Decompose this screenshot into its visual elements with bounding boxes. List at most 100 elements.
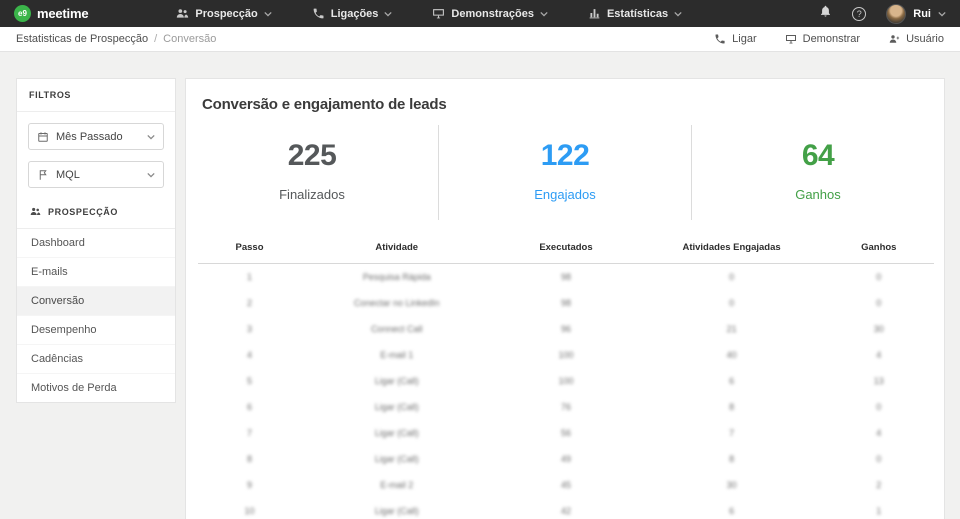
stat-finalizados-label: Finalizados xyxy=(186,187,438,202)
brand[interactable]: e9 meetime xyxy=(14,5,88,22)
sidebar-menu-item[interactable]: Dashboard xyxy=(17,229,175,258)
people-icon xyxy=(29,206,42,217)
cell-passo: 1 xyxy=(198,264,301,290)
table-row[interactable]: 1 Pesquisa Rápida 98 0 0 xyxy=(198,264,934,290)
col-ganhos: Ganhos xyxy=(824,236,934,264)
table-row[interactable]: 6 Ligar (Call) 76 8 0 xyxy=(198,394,934,420)
table-row[interactable]: 5 Ligar (Call) 100 6 13 xyxy=(198,368,934,394)
cell-atividade: E-mail 1 xyxy=(301,342,492,368)
cell-atividade: Ligar (Call) xyxy=(301,394,492,420)
chevron-down-icon xyxy=(938,11,946,17)
sidebar-menu-item[interactable]: Cadências xyxy=(17,345,175,374)
top-navbar: e9 meetime Prospecção Ligações Demonstra… xyxy=(0,0,960,27)
cell-ganhos: 4 xyxy=(824,420,934,446)
notifications-button[interactable] xyxy=(819,4,832,23)
breadcrumb-current: Conversão xyxy=(163,33,216,45)
breadcrumb-separator: / xyxy=(154,33,157,45)
stat-ganhos-label: Ganhos xyxy=(692,187,944,202)
usuario-label: Usuário xyxy=(906,33,944,45)
cell-executados: 42 xyxy=(492,498,639,519)
sidebar-menu-item-label: Cadências xyxy=(31,353,83,365)
lead-type-filter-dropdown[interactable]: MQL xyxy=(28,161,164,188)
sidebar-menu-item-label: E-mails xyxy=(31,266,68,278)
chevron-down-icon xyxy=(147,134,155,140)
cell-passo: 7 xyxy=(198,420,301,446)
ligar-button[interactable]: Ligar xyxy=(714,33,756,45)
cell-engajadas: 6 xyxy=(640,368,824,394)
monitor-icon xyxy=(432,7,445,20)
sidebar-menu-item[interactable]: Motivos de Perda xyxy=(17,374,175,402)
nav-item-estatisticas[interactable]: Estatísticas xyxy=(588,7,682,20)
sidebar: FILTROS Mês Passado MQL PROSPECÇÃO Dashb… xyxy=(16,78,176,403)
cell-passo: 2 xyxy=(198,290,301,316)
stat-finalizados-value: 225 xyxy=(186,139,438,173)
prospeccao-section-header: PROSPECÇÃO xyxy=(17,193,175,229)
cell-ganhos: 0 xyxy=(824,394,934,420)
nav-item-ligacoes[interactable]: Ligações xyxy=(312,7,393,20)
cell-executados: 98 xyxy=(492,290,639,316)
cell-passo: 9 xyxy=(198,472,301,498)
phone-icon xyxy=(312,7,325,20)
breadcrumb-actions: Ligar Demonstrar Usuário xyxy=(714,33,944,45)
cell-executados: 100 xyxy=(492,342,639,368)
sidebar-menu-item[interactable]: E-mails xyxy=(17,258,175,287)
cell-ganhos: 1 xyxy=(824,498,934,519)
user-menu[interactable]: Rui xyxy=(886,4,946,24)
table-row[interactable]: 4 E-mail 1 100 40 4 xyxy=(198,342,934,368)
calendar-icon xyxy=(37,131,49,143)
brand-name: meetime xyxy=(37,6,88,21)
demonstrar-button[interactable]: Demonstrar xyxy=(785,33,860,45)
chevron-down-icon xyxy=(540,11,548,17)
cell-atividade: Pesquisa Rápida xyxy=(301,264,492,290)
nav-item-demonstracoes[interactable]: Demonstrações xyxy=(432,7,548,20)
stats-row: 225 Finalizados 122 Engajados 64 Ganhos xyxy=(186,125,944,220)
table-row[interactable]: 10 Ligar (Call) 42 6 1 xyxy=(198,498,934,519)
cell-executados: 98 xyxy=(492,264,639,290)
navbar-right: ? Rui xyxy=(819,4,946,24)
table-row[interactable]: 2 Conectar no LinkedIn 98 0 0 xyxy=(198,290,934,316)
nav-item-label: Estatísticas xyxy=(607,8,668,20)
cell-executados: 49 xyxy=(492,446,639,472)
cell-ganhos: 2 xyxy=(824,472,934,498)
sidebar-menu-item[interactable]: Conversão xyxy=(17,287,175,316)
cell-executados: 100 xyxy=(492,368,639,394)
help-button[interactable]: ? xyxy=(852,7,866,21)
table-row[interactable]: 7 Ligar (Call) 56 7 4 xyxy=(198,420,934,446)
stat-engajados-label: Engajados xyxy=(439,187,691,202)
table-row[interactable]: 8 Ligar (Call) 49 8 0 xyxy=(198,446,934,472)
usuario-button[interactable]: Usuário xyxy=(888,33,944,45)
sidebar-menu-item[interactable]: Desempenho xyxy=(17,316,175,345)
period-filter-dropdown[interactable]: Mês Passado xyxy=(28,123,164,150)
prospeccao-section-label: PROSPECÇÃO xyxy=(48,207,118,217)
user-plus-icon xyxy=(888,33,900,45)
cell-ganhos: 0 xyxy=(824,446,934,472)
table-row[interactable]: 3 Connect Call 96 21 30 xyxy=(198,316,934,342)
avatar xyxy=(886,4,906,24)
breadcrumb-bar: Estatisticas de Prospecção / Conversão L… xyxy=(0,27,960,52)
cell-atividade: E-mail 2 xyxy=(301,472,492,498)
stat-ganhos: 64 Ganhos xyxy=(691,125,944,220)
cell-atividade: Connect Call xyxy=(301,316,492,342)
stat-finalizados: 225 Finalizados xyxy=(186,125,438,220)
nav-item-label: Demonstrações xyxy=(451,8,534,20)
table-row[interactable]: 9 E-mail 2 45 30 2 xyxy=(198,472,934,498)
cell-atividade: Ligar (Call) xyxy=(301,498,492,519)
sidebar-menu: Dashboard E-mails Conversão Desempenho C… xyxy=(17,229,175,402)
cell-executados: 45 xyxy=(492,472,639,498)
sidebar-menu-item-label: Motivos de Perda xyxy=(31,382,117,394)
stat-ganhos-value: 64 xyxy=(692,139,944,173)
nav-item-prospeccao[interactable]: Prospecção xyxy=(176,7,271,20)
cell-atividade: Conectar no LinkedIn xyxy=(301,290,492,316)
cell-ganhos: 0 xyxy=(824,264,934,290)
nav-item-label: Ligações xyxy=(331,8,379,20)
cell-engajadas: 0 xyxy=(640,264,824,290)
cell-engajadas: 8 xyxy=(640,394,824,420)
lead-type-filter-value: MQL xyxy=(56,169,80,181)
cell-passo: 4 xyxy=(198,342,301,368)
page-content: FILTROS Mês Passado MQL PROSPECÇÃO Dashb… xyxy=(0,52,960,519)
filters-title: FILTROS xyxy=(17,79,175,112)
people-icon xyxy=(176,7,189,20)
cell-engajadas: 7 xyxy=(640,420,824,446)
cell-ganhos: 13 xyxy=(824,368,934,394)
breadcrumb-section[interactable]: Estatisticas de Prospecção xyxy=(16,33,148,45)
